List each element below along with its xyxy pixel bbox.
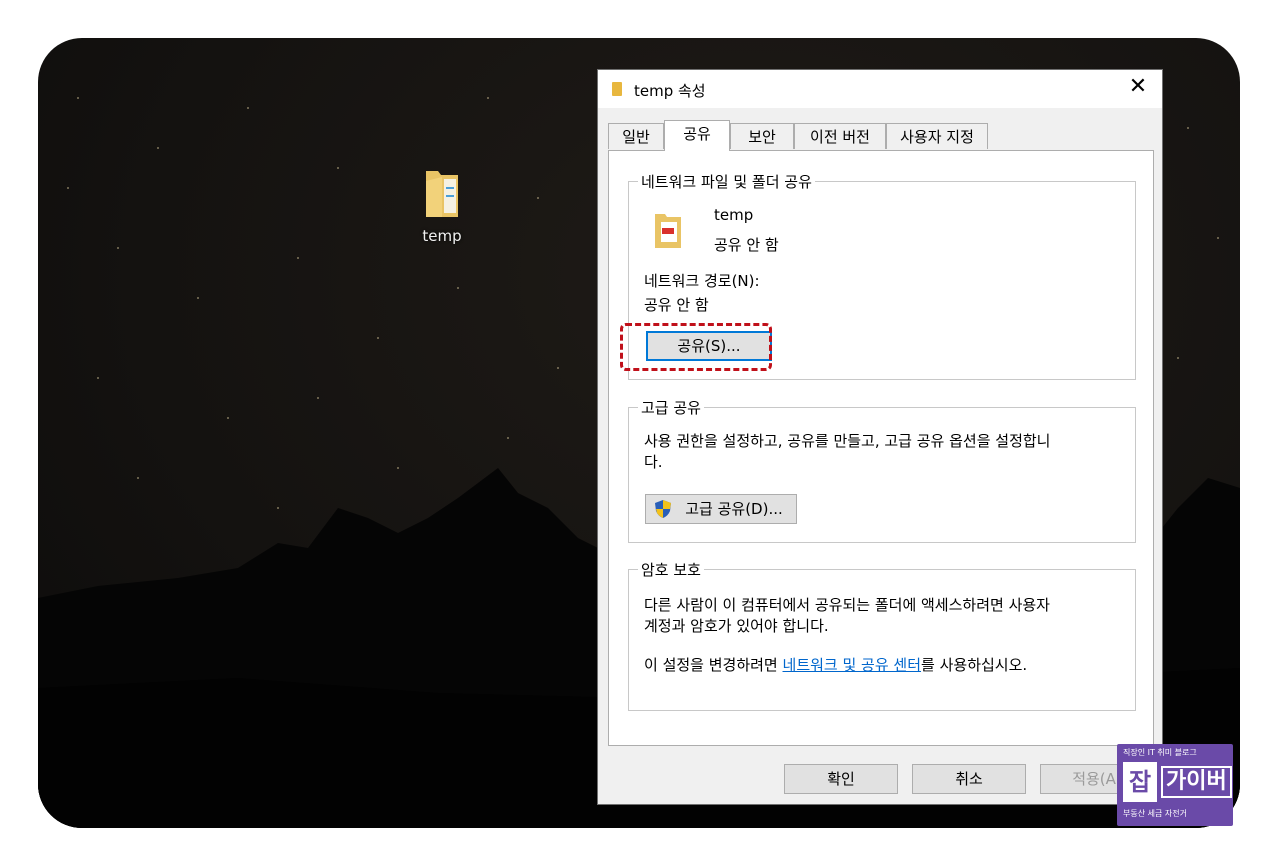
blog-watermark: 직장인 IT 취미 블로그 잡 가이버 부동산 세금 자전거 (1117, 744, 1233, 826)
change-setting-text: 이 설정을 변경하려면 네트워크 및 공유 센터를 사용하십시오. (644, 654, 1027, 675)
sharing-panel: 네트워크 파일 및 폴더 공유 temp 공유 안 함 네트워크 경로(N): … (608, 150, 1154, 746)
ok-button[interactable]: 확인 (784, 764, 898, 794)
item-status: 공유 안 함 (714, 236, 779, 254)
advanced-sharing-description-2: 다. (644, 453, 663, 471)
network-path-value: 공유 안 함 (644, 296, 709, 314)
network-path-label: 네트워크 경로(N): (644, 272, 760, 290)
tab-customize[interactable]: 사용자 지정 (886, 123, 988, 149)
change-prefix: 이 설정을 변경하려면 (644, 656, 783, 674)
share-button-highlight (620, 323, 772, 371)
network-sharing-title: 네트워크 파일 및 폴더 공유 (638, 171, 815, 192)
password-protection-title: 암호 보호 (638, 559, 704, 580)
folder-icon (612, 82, 622, 96)
network-sharing-center-link[interactable]: 네트워크 및 공유 센터 (783, 656, 922, 674)
password-description-2: 계정과 암호가 있어야 합니다. (644, 617, 829, 635)
title-bar: temp 속성 ✕ (598, 70, 1162, 108)
tab-sharing[interactable]: 공유 (664, 120, 730, 151)
advanced-sharing-button-label: 고급 공유(D)... (685, 500, 783, 518)
advanced-sharing-description-1: 사용 권한을 설정하고, 공유를 만들고, 고급 공유 옵션을 설정합니 (644, 432, 1051, 450)
watermark-top-text: 직장인 IT 취미 블로그 (1123, 748, 1197, 757)
password-protection-group: 암호 보호 다른 사람이 이 컴퓨터에서 공유되는 폴더에 액세스하려면 사용자… (628, 559, 1136, 711)
advanced-sharing-group: 고급 공유 사용 권한을 설정하고, 공유를 만들고, 고급 공유 옵션을 설정… (628, 397, 1136, 543)
tab-security[interactable]: 보안 (730, 123, 794, 149)
password-description-1: 다른 사람이 이 컴퓨터에서 공유되는 폴더에 액세스하려면 사용자 (644, 596, 1050, 614)
folder-icon (426, 171, 458, 217)
close-button[interactable]: ✕ (1126, 74, 1150, 99)
watermark-logo-char: 잡 (1123, 762, 1157, 802)
uac-shield-icon (655, 500, 671, 518)
tab-previous-versions[interactable]: 이전 버전 (794, 123, 886, 149)
watermark-bottom-text: 부동산 세금 자전거 (1123, 809, 1187, 818)
advanced-sharing-title: 고급 공유 (638, 397, 704, 418)
properties-dialog: temp 속성 ✕ 일반 공유 보안 이전 버전 사용자 지정 네트워크 파일 … (597, 69, 1163, 805)
change-suffix: 를 사용하십시오. (921, 656, 1028, 674)
cancel-button[interactable]: 취소 (912, 764, 1026, 794)
watermark-logo-text: 가이버 (1161, 766, 1232, 798)
item-name: temp (714, 206, 754, 224)
desktop-folder-temp[interactable]: temp (414, 165, 470, 245)
dialog-title: temp 속성 (634, 82, 706, 100)
tab-general[interactable]: 일반 (608, 123, 664, 149)
shared-folder-icon (655, 214, 681, 248)
advanced-sharing-button[interactable]: 고급 공유(D)... (645, 494, 797, 524)
desktop-icon-label: temp (422, 227, 462, 245)
